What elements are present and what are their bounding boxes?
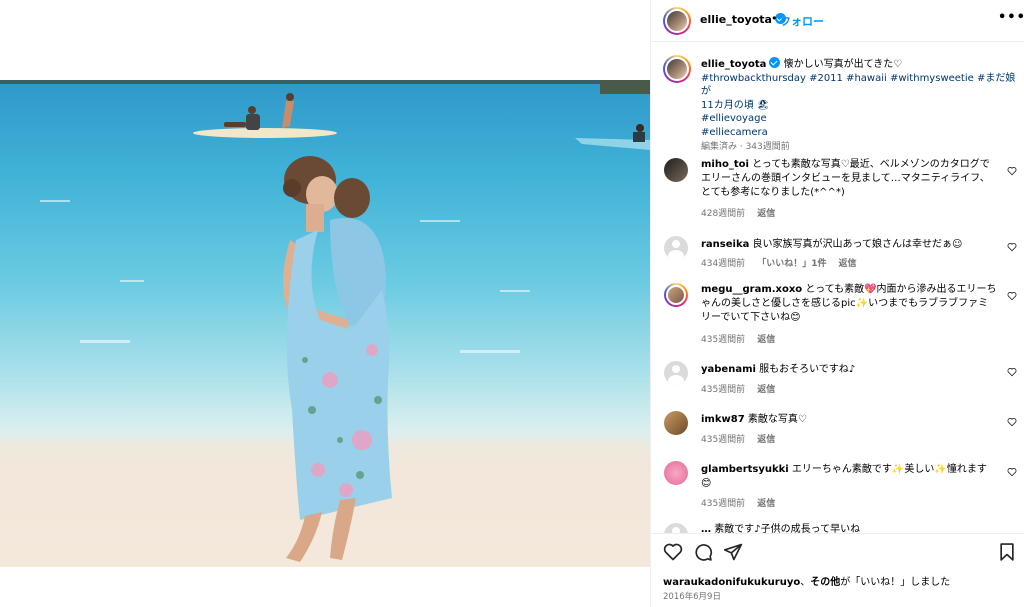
- commenter-avatar[interactable]: [664, 158, 688, 182]
- comment-body: 良い家族写真が沢山あって娘さんは幸せだぁ☺: [752, 239, 963, 250]
- comment-text: glambertsyukki エリーちゃん素敵です✨美しい✨憧れます😊: [701, 463, 997, 491]
- commenter-avatar[interactable]: [664, 461, 688, 485]
- comment-heart-icon[interactable]: [1007, 367, 1017, 377]
- caption-username[interactable]: ellie_toyota: [701, 59, 766, 70]
- comment-time[interactable]: 435週間前: [701, 435, 745, 445]
- commenter-username[interactable]: glambertsyukki: [701, 464, 789, 475]
- comment-text: miho_toi とっても素敵な写真♡最近、ベルメゾンのカタログでエリーさんの巻…: [701, 158, 997, 200]
- post-side-panel: ellie_toyota • フォロー ••• ellie_toyota 懐かし…: [650, 0, 1024, 607]
- comment-meta: 435週間前 返信: [701, 382, 787, 395]
- bookmark-icon[interactable]: [997, 542, 1017, 562]
- commenter-username[interactable]: miho_toi: [701, 159, 749, 170]
- comment-time[interactable]: 434週間前: [701, 259, 745, 269]
- commenter-username[interactable]: …: [701, 524, 711, 533]
- comment-body: 素敵な写真♡: [747, 414, 807, 425]
- caption-hashtags[interactable]: #throwbackthursday #2011 #hawaii #withmy…: [701, 73, 974, 84]
- caption-meta: 編集済み · 343週間前: [701, 142, 790, 152]
- comment-icon[interactable]: [693, 542, 713, 562]
- follow-button[interactable]: フォロー: [780, 13, 824, 29]
- reply-button[interactable]: 返信: [838, 259, 856, 269]
- comment-text: imkw87 素敵な写真♡: [701, 413, 997, 427]
- woman-with-child: [282, 156, 392, 562]
- comment-time[interactable]: 435週間前: [701, 385, 745, 395]
- comment-body: 素敵です♪子供の成長って早いね: [714, 524, 861, 533]
- comment-heart-icon[interactable]: [1007, 417, 1017, 427]
- far-rocks: [600, 80, 650, 94]
- reply-button[interactable]: 返信: [757, 385, 775, 395]
- comment-likes[interactable]: 「いいね！」1件: [757, 259, 826, 269]
- comment-text: … 素敵です♪子供の成長って早いね: [701, 523, 997, 533]
- reply-button[interactable]: 返信: [757, 499, 775, 509]
- paddle-board: [193, 128, 337, 138]
- comment-meta: 435週間前 返信: [701, 332, 787, 345]
- comment-text: yabenami 服もおそろいですね♪: [701, 363, 997, 377]
- commenter-avatar[interactable]: [664, 523, 688, 533]
- likes-tail: が「いいね！」しました: [840, 577, 951, 588]
- post-photo[interactable]: [0, 80, 650, 567]
- commenter-avatar[interactable]: [664, 411, 688, 435]
- people-on-board: [224, 93, 294, 130]
- post-date[interactable]: 2016年6月9日: [663, 590, 721, 602]
- beach-photo-illustration: [0, 80, 650, 567]
- caption-avatar[interactable]: [663, 55, 691, 83]
- comment-heart-icon[interactable]: [1007, 166, 1017, 176]
- more-options-icon[interactable]: •••: [998, 10, 1024, 25]
- comments-section[interactable]: ellie_toyota 懐かしい写真が出てきた♡ #throwbackthur…: [651, 43, 1024, 533]
- caption-body: 懐かしい写真が出てきた♡: [783, 59, 903, 70]
- comment-time[interactable]: 435週間前: [701, 499, 745, 509]
- comment-heart-icon[interactable]: [1007, 242, 1017, 252]
- reply-button[interactable]: 返信: [757, 209, 775, 219]
- commenter-username[interactable]: megu__gram.xoxo: [701, 284, 802, 295]
- post-media-area: [0, 0, 650, 607]
- author-avatar[interactable]: [663, 7, 691, 35]
- reply-button[interactable]: 返信: [757, 435, 775, 445]
- comment-time[interactable]: 435週間前: [701, 335, 745, 345]
- header-separator: •: [771, 12, 778, 25]
- comment-body: 服もおそろいですね♪: [759, 364, 856, 375]
- comment-heart-icon[interactable]: [1007, 467, 1017, 477]
- comment-meta: 428週間前 返信: [701, 206, 787, 219]
- post-actions-bar: waraukadonifukukuruyo、その他が「いいね！」しました 201…: [651, 533, 1024, 607]
- likes-summary: waraukadonifukukuruyo、その他が「いいね！」しました: [663, 577, 951, 588]
- hashtag-ellievoyage[interactable]: #ellievoyage: [701, 113, 767, 124]
- comment-meta: 435週間前 返信: [701, 496, 787, 509]
- caption-text: ellie_toyota 懐かしい写真が出てきた♡ #throwbackthur…: [701, 57, 1019, 140]
- commenter-avatar[interactable]: [664, 236, 688, 260]
- reply-button[interactable]: 返信: [757, 335, 775, 345]
- liked-by-user[interactable]: waraukadonifukukuruyo: [663, 577, 800, 588]
- commenter-avatar[interactable]: [664, 361, 688, 385]
- commenter-avatar[interactable]: [664, 283, 688, 307]
- comment-meta: 435週間前 返信: [701, 432, 787, 445]
- commenter-username[interactable]: imkw87: [701, 414, 745, 425]
- commenter-username[interactable]: yabenami: [701, 364, 756, 375]
- horizon-line: [0, 80, 650, 84]
- share-icon[interactable]: [723, 542, 743, 562]
- comment-text: megu__gram.xoxo とっても素敵💖内面から滲み出るエリーちゃんの美し…: [701, 283, 997, 325]
- commenter-username[interactable]: ranseika: [701, 239, 749, 250]
- heart-icon[interactable]: [663, 542, 683, 562]
- post-header: ellie_toyota • フォロー •••: [651, 0, 1024, 42]
- comment-time[interactable]: 428週間前: [701, 209, 745, 219]
- comment-meta: 434週間前 「いいね！」1件 返信: [701, 256, 868, 269]
- hashtag-elliecamera[interactable]: #elliecamera: [701, 127, 768, 138]
- comment-text: ranseika 良い家族写真が沢山あって娘さんは幸せだぁ☺: [701, 238, 997, 252]
- comment-heart-icon[interactable]: [1007, 291, 1017, 301]
- likes-others-link[interactable]: その他: [810, 577, 840, 588]
- verified-badge-icon: [769, 57, 781, 68]
- caption-line2[interactable]: 11カ月の頃 🏖: [701, 100, 770, 111]
- author-username[interactable]: ellie_toyota: [700, 13, 772, 26]
